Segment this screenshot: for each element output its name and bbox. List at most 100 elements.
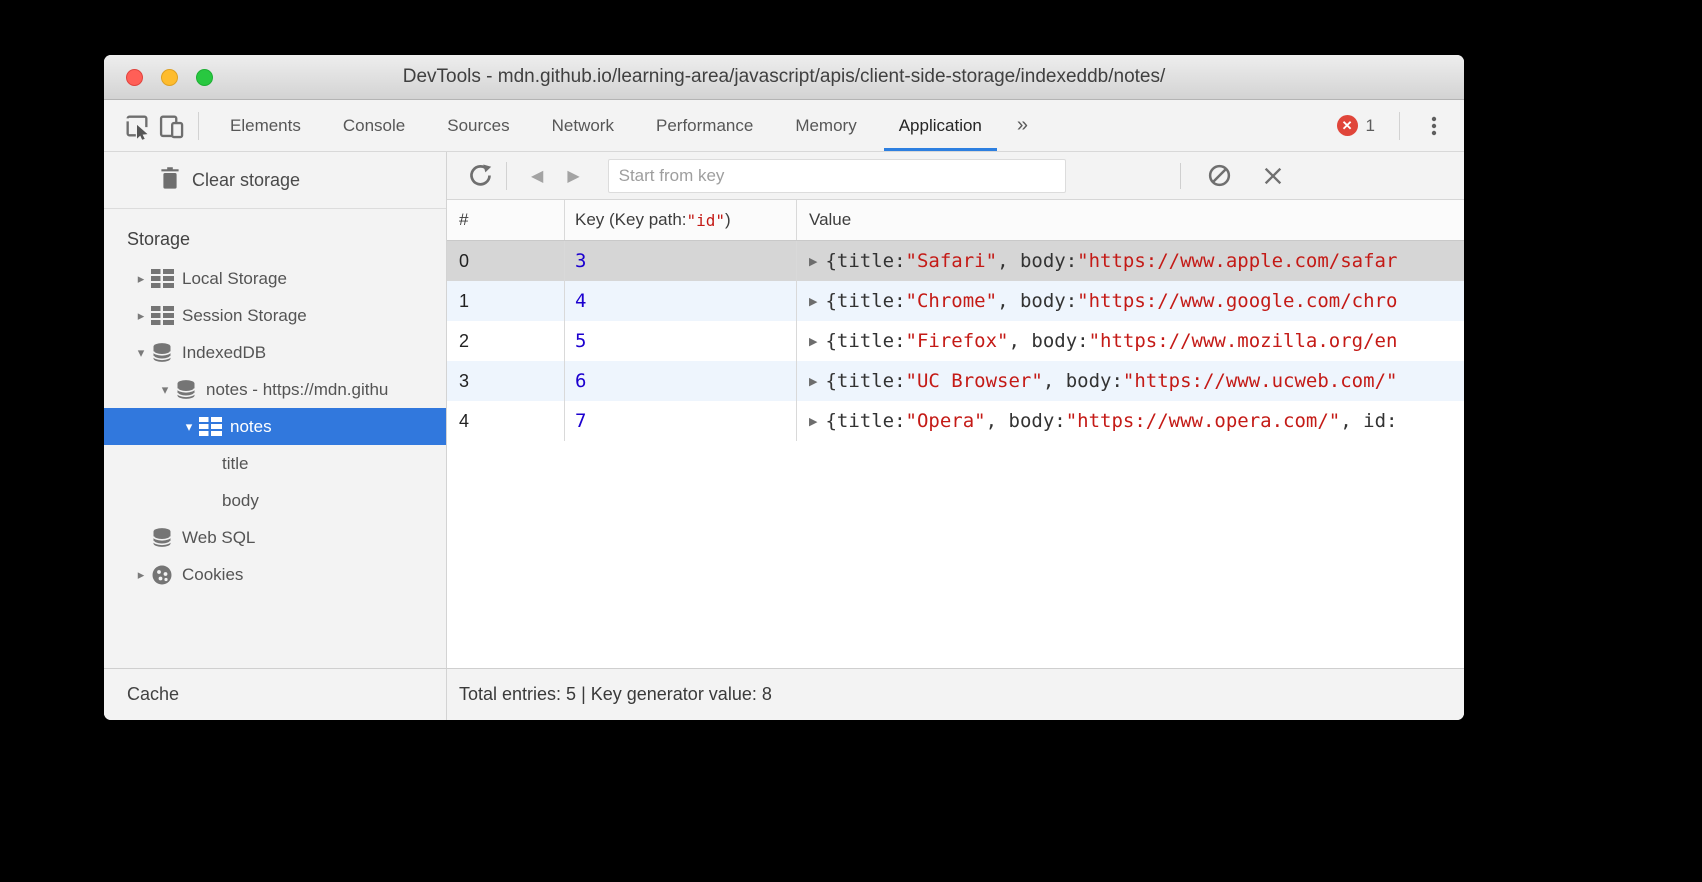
kebab-menu-icon[interactable]	[1410, 115, 1450, 137]
row-index-cell: 4	[447, 401, 565, 441]
column-header-value[interactable]: Value	[797, 200, 1464, 240]
chevron-right-icon[interactable]: ▸	[132, 271, 150, 287]
column-header-index[interactable]: #	[447, 200, 565, 240]
tab-console[interactable]: Console	[328, 100, 420, 151]
value-plain-segment: {title:	[825, 250, 905, 272]
tree-item-label: Session Storage	[182, 306, 307, 326]
value-plain-segment: {title:	[825, 330, 905, 352]
tree-item-label: IndexedDB	[182, 343, 266, 363]
sidebar-item-indexeddb[interactable]: ▾ IndexedDB	[104, 334, 446, 371]
value-plain-segment: {title:	[825, 410, 905, 432]
row-value-cell[interactable]: ▶{title: "Chrome", body: "https://www.go…	[797, 281, 1464, 321]
tabbar-divider	[198, 112, 199, 140]
value-plain-segment: , id:	[1340, 410, 1397, 432]
zoom-window-button[interactable]	[196, 69, 213, 86]
database-icon	[150, 526, 174, 550]
sidebar-item-web-sql[interactable]: Web SQL	[104, 519, 446, 556]
row-index-cell: 1	[447, 281, 565, 321]
datagrid-rows: 03▶{title: "Safari", body: "https://www.…	[447, 241, 1464, 441]
table-row[interactable]: 36▶{title: "UC Browser", body: "https://…	[447, 361, 1464, 401]
error-badge-icon[interactable]: ✕	[1337, 115, 1358, 136]
tabbar-right-tools: ✕ 1	[1337, 100, 1464, 151]
sidebar-item-cookies[interactable]: ▸ Cookies	[104, 556, 446, 593]
column-header-key[interactable]: Key (Key path: "id")	[565, 200, 797, 240]
database-icon	[150, 341, 174, 365]
sidebar-item-title[interactable]: title	[104, 445, 446, 482]
device-toolbar-icon[interactable]	[154, 109, 188, 143]
table-row[interactable]: 47▶{title: "Opera", body: "https://www.o…	[447, 401, 1464, 441]
table-icon	[198, 415, 222, 439]
chevron-down-icon[interactable]: ▾	[180, 419, 198, 435]
row-index-cell: 2	[447, 321, 565, 361]
sidebar-item-notes[interactable]: ▾ notes	[104, 408, 446, 445]
expand-triangle-icon[interactable]: ▶	[809, 335, 817, 348]
tree-item-label: notes - https://mdn.githu	[206, 380, 388, 400]
expand-triangle-icon[interactable]: ▶	[809, 415, 817, 428]
datagrid-header: # Key (Key path: "id") Value	[447, 200, 1464, 241]
expand-triangle-icon[interactable]: ▶	[809, 295, 817, 308]
block-icon[interactable]	[1207, 163, 1232, 188]
sidebar-item-notes-https-mdn-githu[interactable]: ▾ notes - https://mdn.githu	[104, 371, 446, 408]
value-plain-segment: , body:	[986, 410, 1066, 432]
storage-section-header: Storage	[104, 209, 446, 260]
forward-icon[interactable]: ▶	[555, 166, 591, 186]
sidebar-item-session-storage[interactable]: ▸ Session Storage	[104, 297, 446, 334]
table-row[interactable]: 03▶{title: "Safari", body: "https://www.…	[447, 241, 1464, 281]
key-header-prefix: Key (Key path:	[575, 210, 687, 230]
clear-storage-label: Clear storage	[192, 170, 300, 191]
titlebar: DevTools - mdn.github.io/learning-area/j…	[104, 55, 1464, 100]
close-icon[interactable]	[1262, 165, 1284, 187]
start-from-key-input[interactable]	[608, 159, 1066, 193]
value-string-segment: "UC Browser"	[906, 370, 1043, 392]
value-plain-segment: , body:	[997, 290, 1077, 312]
value-string-segment: "https://www.opera.com/"	[1066, 410, 1341, 432]
row-value-cell[interactable]: ▶{title: "UC Browser", body: "https://ww…	[797, 361, 1464, 401]
error-count[interactable]: 1	[1366, 116, 1375, 136]
row-value-cell[interactable]: ▶{title: "Safari", body: "https://www.ap…	[797, 241, 1464, 281]
value-string-segment: "https://www.mozilla.org/en	[1089, 330, 1398, 352]
clear-storage-item[interactable]: Clear storage	[104, 152, 446, 209]
refresh-icon[interactable]	[467, 162, 494, 189]
chevron-right-icon[interactable]: ▸	[132, 308, 150, 324]
devtools-content: Clear storage Storage ▸ Local Storage▸ S…	[104, 152, 1464, 668]
back-icon[interactable]: ◀	[519, 166, 555, 186]
row-key-cell: 3	[565, 241, 797, 281]
value-plain-segment: , body:	[997, 250, 1077, 272]
minimize-window-button[interactable]	[161, 69, 178, 86]
tab-performance[interactable]: Performance	[641, 100, 768, 151]
tab-network[interactable]: Network	[537, 100, 629, 151]
row-index-cell: 3	[447, 361, 565, 401]
table-icon	[150, 267, 174, 291]
expand-triangle-icon[interactable]: ▶	[809, 255, 817, 268]
sidebar-item-body[interactable]: body	[104, 482, 446, 519]
tree-item-label: Web SQL	[182, 528, 255, 548]
row-value-cell[interactable]: ▶{title: "Opera", body: "https://www.ope…	[797, 401, 1464, 441]
tree-item-label: Cookies	[182, 565, 243, 585]
window-title: DevTools - mdn.github.io/learning-area/j…	[403, 66, 1166, 88]
table-row[interactable]: 14▶{title: "Chrome", body: "https://www.…	[447, 281, 1464, 321]
datastore-toolbar: ◀ ▶	[447, 152, 1464, 200]
row-key-cell: 7	[565, 401, 797, 441]
chevron-right-icon[interactable]: ▸	[132, 567, 150, 583]
value-plain-segment: {title:	[825, 290, 905, 312]
close-window-button[interactable]	[126, 69, 143, 86]
inspect-icon[interactable]	[120, 109, 154, 143]
tab-sources[interactable]: Sources	[432, 100, 524, 151]
chevron-down-icon[interactable]: ▾	[156, 382, 174, 398]
row-key-cell: 6	[565, 361, 797, 401]
chevron-down-icon[interactable]: ▾	[132, 345, 150, 361]
table-row[interactable]: 25▶{title: "Firefox", body: "https://www…	[447, 321, 1464, 361]
tab-overflow-chevron[interactable]: »	[1003, 100, 1042, 151]
tab-application[interactable]: Application	[884, 100, 997, 151]
sidebar-item-local-storage[interactable]: ▸ Local Storage	[104, 260, 446, 297]
cookie-icon	[150, 563, 174, 587]
value-string-segment: "https://www.apple.com/safar	[1077, 250, 1397, 272]
row-key-cell: 4	[565, 281, 797, 321]
tab-elements[interactable]: Elements	[215, 100, 316, 151]
row-value-cell[interactable]: ▶{title: "Firefox", body: "https://www.m…	[797, 321, 1464, 361]
expand-triangle-icon[interactable]: ▶	[809, 375, 817, 388]
tabbar-right-divider	[1399, 112, 1400, 140]
bottom-bar: Cache Total entries: 5 | Key generator v…	[104, 668, 1464, 720]
tab-memory[interactable]: Memory	[780, 100, 871, 151]
tabbar-left-tools	[104, 100, 209, 151]
